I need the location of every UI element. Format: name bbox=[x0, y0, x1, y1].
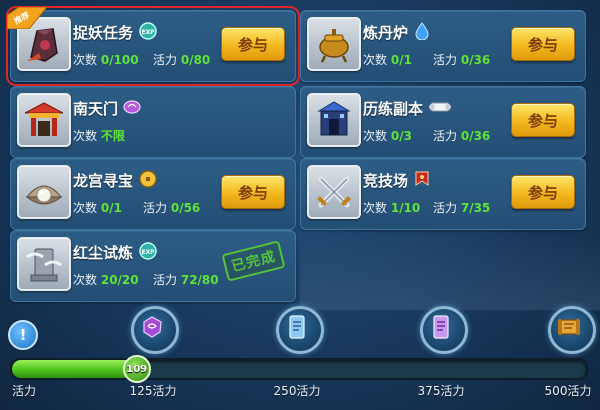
vitality-stat: 活力 0/36 bbox=[433, 51, 490, 68]
activity-title: 炼丹炉 bbox=[363, 24, 409, 42]
scroll-chest-icon bbox=[558, 319, 580, 335]
times-label: 次数 bbox=[73, 129, 98, 143]
times-stat: 次数 0/3 bbox=[363, 127, 412, 144]
activity-title: 捉妖任务 bbox=[73, 24, 134, 42]
activity-card-red-dust-trial[interactable]: 红尘试炼 EXP 次数 20/20 活力 72/80 已完成 bbox=[10, 230, 296, 302]
times-stat: 次数 0/1 bbox=[363, 51, 412, 68]
vitality-progress-fill bbox=[12, 360, 137, 378]
times-stat: 次数 0/1 bbox=[73, 199, 122, 216]
times-value: 0/100 bbox=[100, 53, 139, 67]
cauldron-icon bbox=[307, 17, 361, 71]
blue-talisman-icon bbox=[289, 315, 305, 339]
times-value: 20/20 bbox=[100, 273, 139, 287]
vitality-label: 活力 bbox=[153, 273, 178, 287]
times-value: 1/10 bbox=[390, 201, 421, 215]
times-label: 次数 bbox=[73, 201, 98, 215]
milestone-reward-375[interactable] bbox=[420, 306, 468, 354]
svg-text:EXP: EXP bbox=[141, 29, 155, 36]
activity-title: 红尘试炼 bbox=[73, 244, 134, 262]
times-value: 0/3 bbox=[390, 129, 412, 143]
times-label: 次数 bbox=[73, 273, 98, 287]
current-vitality-marker: 109 bbox=[122, 355, 151, 383]
activity-title: 历练副本 bbox=[363, 100, 424, 118]
milestone-reward-500[interactable] bbox=[548, 306, 596, 354]
coin-icon bbox=[139, 170, 157, 188]
vitality-value: 0/80 bbox=[180, 53, 211, 67]
activity-card-arena[interactable]: 竞技场 次数 1/10 活力 7/35 参与 bbox=[300, 158, 586, 230]
times-label: 次数 bbox=[363, 53, 388, 67]
join-button[interactable]: 参与 bbox=[511, 175, 575, 209]
times-label: 次数 bbox=[363, 201, 388, 215]
vitality-label: 活力 bbox=[433, 201, 458, 215]
vitality-label: 活力 bbox=[433, 129, 458, 143]
milestone-reward-125[interactable] bbox=[131, 306, 179, 354]
milestone-label-250: 250活力 bbox=[273, 384, 321, 398]
stone-pillar-icon bbox=[17, 237, 71, 291]
vitality-stat: 活力 7/35 bbox=[433, 199, 490, 216]
activity-card-alchemy[interactable]: 炼丹炉 次数 0/1 活力 0/36 参与 bbox=[300, 10, 586, 82]
completed-stamp: 已完成 bbox=[221, 240, 286, 282]
vitality-label: 活力 bbox=[143, 201, 168, 215]
purple-talisman-icon bbox=[433, 315, 449, 339]
times-value: 不限 bbox=[100, 129, 125, 143]
join-button[interactable]: 参与 bbox=[221, 27, 285, 61]
milestone-label-375: 375活力 bbox=[417, 384, 465, 398]
join-button[interactable]: 参与 bbox=[511, 27, 575, 61]
vitality-stat: 活力 72/80 bbox=[153, 271, 219, 288]
times-stat: 次数 0/100 bbox=[73, 51, 139, 68]
gate-icon bbox=[17, 93, 71, 147]
scroll-icon bbox=[429, 102, 451, 112]
exp-icon: EXP bbox=[139, 22, 157, 40]
crossed-swords-icon bbox=[307, 165, 361, 219]
activity-card-dragon-treasure[interactable]: 龙宫寻宝 次数 0/1 活力 0/56 参与 bbox=[10, 158, 296, 230]
times-stat: 次数 20/20 bbox=[73, 271, 139, 288]
exp-icon: EXP bbox=[139, 242, 157, 260]
info-button[interactable]: ! bbox=[8, 320, 38, 350]
vitality-label: 活力 bbox=[153, 53, 178, 67]
join-button[interactable]: 参与 bbox=[221, 175, 285, 209]
vitality-value: 7/35 bbox=[460, 201, 491, 215]
activity-title: 竞技场 bbox=[363, 172, 409, 190]
tower-icon bbox=[307, 93, 361, 147]
times-stat: 次数 不限 bbox=[73, 127, 125, 144]
vitality-value: 0/36 bbox=[460, 53, 491, 67]
water-drop-icon bbox=[415, 22, 429, 40]
times-stat: 次数 1/10 bbox=[363, 199, 420, 216]
background-scenery bbox=[300, 230, 600, 310]
times-value: 0/1 bbox=[100, 201, 122, 215]
vitality-value: 72/80 bbox=[180, 273, 219, 287]
times-label: 次数 bbox=[73, 53, 98, 67]
activity-title: 龙宫寻宝 bbox=[73, 172, 134, 190]
activity-card-south-gate[interactable]: 南天门 次数 不限 bbox=[10, 86, 296, 158]
vitality-stat: 活力 0/80 bbox=[153, 51, 210, 68]
pearl-shell-icon bbox=[17, 165, 71, 219]
vitality-value: 0/56 bbox=[170, 201, 201, 215]
purple-gem-icon bbox=[123, 100, 141, 114]
milestone-reward-250[interactable] bbox=[276, 306, 324, 354]
activity-title: 南天门 bbox=[73, 100, 119, 118]
recommend-flag-icon: 推荐 bbox=[7, 7, 47, 29]
purple-stone-icon bbox=[143, 316, 162, 338]
vitality-stat: 活力 0/36 bbox=[433, 127, 490, 144]
svg-text:EXP: EXP bbox=[141, 249, 155, 256]
vitality-progress-bar bbox=[10, 358, 588, 380]
red-banner-icon bbox=[415, 171, 429, 186]
vitality-stat: 活力 0/56 bbox=[143, 199, 200, 216]
times-value: 0/1 bbox=[390, 53, 412, 67]
vitality-value: 0/36 bbox=[460, 129, 491, 143]
activity-card-training-dungeon[interactable]: 历练副本 次数 0/3 活力 0/36 参与 bbox=[300, 86, 586, 158]
vitality-label: 活力 bbox=[433, 53, 458, 67]
milestone-label-500: 500活力 bbox=[544, 384, 592, 398]
times-label: 次数 bbox=[363, 129, 388, 143]
vitality-start-label: 活力 bbox=[11, 384, 37, 398]
milestone-label-125: 125活力 bbox=[129, 384, 177, 398]
join-button[interactable]: 参与 bbox=[511, 103, 575, 137]
activity-card-catch-demon[interactable]: 推荐 捉妖任务 EXP 次数 0/100 活力 0/80 参与 bbox=[6, 6, 300, 86]
